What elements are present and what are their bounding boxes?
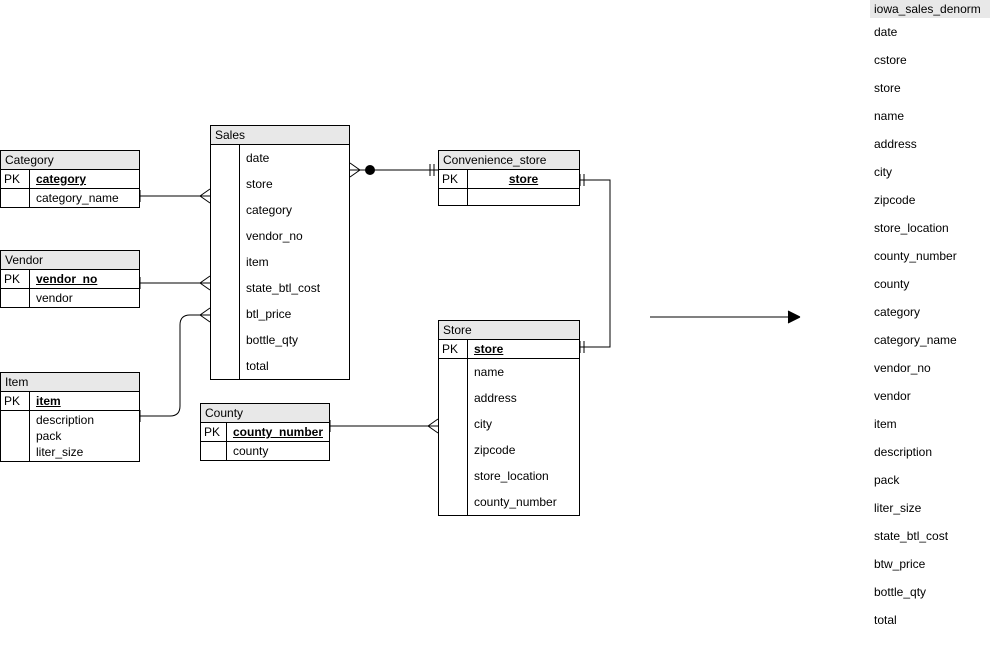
field: county [226,442,329,460]
field: item [240,249,350,275]
field: date [240,145,350,171]
field: date [870,18,990,46]
entity-iowa-sales-denorm: iowa_sales_denorm date cstore store name… [870,0,990,634]
field: state_btl_cost [240,275,350,301]
field: total [240,353,350,379]
entity-county: County PK county_number county [200,403,330,461]
pk-field: store [468,340,580,359]
field-row: vendor [1,289,139,307]
field: item [870,410,990,438]
field: name [468,359,580,385]
field: city [870,158,990,186]
pk-label: PK [1,270,30,289]
pk-label: PK [1,170,30,189]
entity-sales: Sales date store category vendor_no item… [210,125,350,380]
pk-row: PK store [439,170,579,189]
entity-title: Store [439,321,579,340]
field: county_number [468,489,580,515]
entity-title: County [201,404,329,423]
field: store [870,74,990,102]
entity-title: Vendor [1,251,139,270]
field: state_btl_cost [870,522,990,550]
pk-label: PK [439,170,468,189]
entity-vendor: Vendor PK vendor_no vendor [0,250,140,308]
field: btw_price [870,550,990,578]
entity-title: iowa_sales_denorm [870,0,990,18]
pk-row: PK item [1,392,139,411]
field-row: category_name [1,189,139,207]
field: address [468,385,580,411]
field: liter_size [870,494,990,522]
field: pack [30,429,140,445]
field: bottle_qty [870,578,990,606]
pk-row: PK county_number [201,423,329,442]
field: county_number [870,242,990,270]
pk-row: PK vendor_no [1,270,139,289]
field: category_name [30,189,140,207]
pk-label: PK [201,423,226,442]
entity-title: Sales [211,126,349,145]
field: county [870,270,990,298]
field: store_location [468,463,580,489]
field: vendor [30,289,140,307]
field: zipcode [870,186,990,214]
entity-item: Item PK item description pack liter_size [0,372,140,462]
field: store [240,171,350,197]
field: zipcode [468,437,580,463]
field: description [870,438,990,466]
entity-category: Category PK category category_name [0,150,140,208]
entity-title: Category [1,151,139,170]
entity-title: Convenience_store [439,151,579,170]
entity-convenience-store: Convenience_store PK store [438,150,580,206]
field: total [870,606,990,634]
pk-label: PK [439,340,468,359]
field: city [468,411,580,437]
field: bottle_qty [240,327,350,353]
field: name [870,102,990,130]
entity-title: Item [1,373,139,392]
field: address [870,130,990,158]
field: cstore [870,46,990,74]
field: vendor_no [240,223,350,249]
field: store_location [870,214,990,242]
pk-field: county_number [226,423,329,442]
pk-field: category [30,170,140,189]
field: pack [870,466,990,494]
field: category_name [870,326,990,354]
field: description [30,411,140,429]
field: category [240,197,350,223]
pk-row: PK store [439,340,579,359]
pk-field: vendor_no [30,270,140,289]
pk-field: item [30,392,140,411]
field: vendor [870,382,990,410]
field: vendor_no [870,354,990,382]
pk-row: PK category [1,170,139,189]
field: btl_price [240,301,350,327]
field: liter_size [30,445,140,461]
field: category [870,298,990,326]
pk-field: store [468,170,580,189]
entity-store: Store PK store name address city zipcode… [438,320,580,516]
pk-label: PK [1,392,30,411]
